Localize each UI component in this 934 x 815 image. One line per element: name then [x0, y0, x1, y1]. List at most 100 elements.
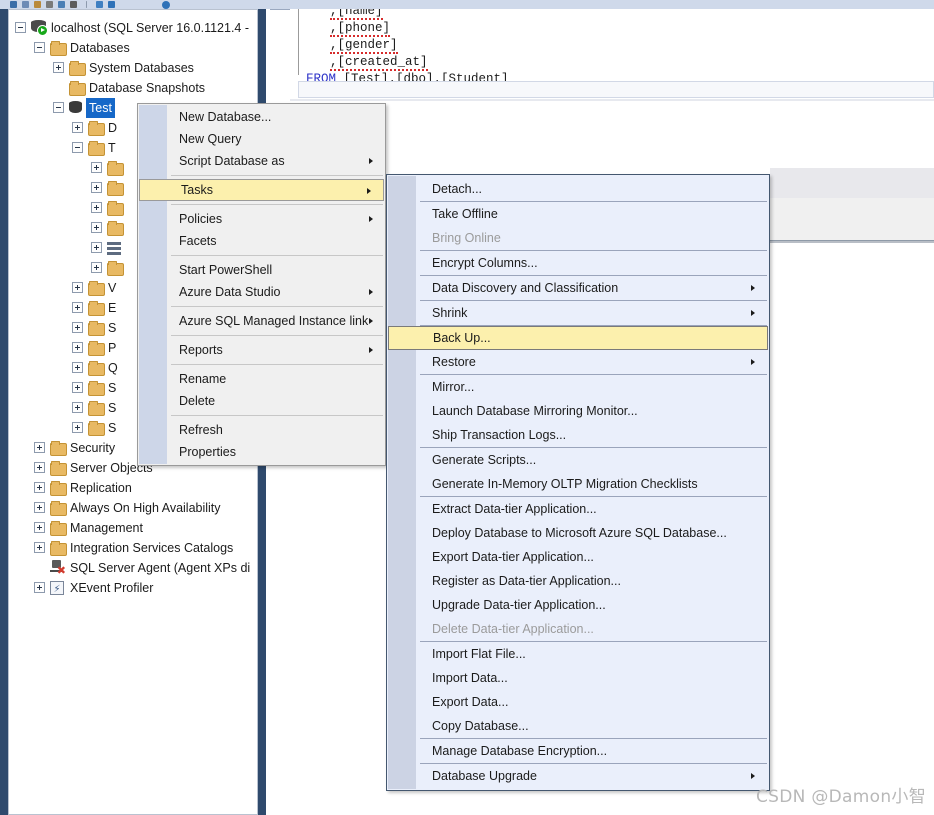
- tasks-submenu-item-label: Bring Online: [432, 231, 501, 245]
- toolbar-icon-2[interactable]: [34, 1, 41, 8]
- tasks-submenu-item[interactable]: Import Flat File...: [387, 642, 769, 666]
- context-menu-item[interactable]: Azure Data Studio: [138, 281, 385, 303]
- toolbar-icon-6[interactable]: [96, 1, 103, 8]
- tasks-submenu-item[interactable]: Restore: [387, 350, 769, 374]
- expand-icon[interactable]: [72, 382, 83, 393]
- collapse-icon[interactable]: [53, 102, 64, 113]
- expand-icon[interactable]: [34, 482, 45, 493]
- context-menu-item[interactable]: Delete: [138, 390, 385, 412]
- expand-icon[interactable]: [91, 242, 102, 253]
- folder-icon: [107, 183, 124, 196]
- tasks-submenu-item[interactable]: Extract Data-tier Application...: [387, 497, 769, 521]
- tasks-submenu-item[interactable]: Upgrade Data-tier Application...: [387, 593, 769, 617]
- folder-icon: [50, 463, 67, 476]
- context-menu-item[interactable]: Policies: [138, 208, 385, 230]
- tasks-submenu-item[interactable]: Data Discovery and Classification: [387, 276, 769, 300]
- tasks-submenu-item-label: Encrypt Columns...: [432, 256, 538, 270]
- expand-icon[interactable]: [72, 362, 83, 373]
- expand-icon[interactable]: [34, 582, 45, 593]
- tree-node-label: Q: [108, 358, 118, 378]
- tasks-submenu-item[interactable]: Launch Database Mirroring Monitor...: [387, 399, 769, 423]
- expand-icon[interactable]: [34, 502, 45, 513]
- toolbar-icon-1[interactable]: [22, 1, 29, 8]
- tasks-submenu-item[interactable]: Export Data...: [387, 690, 769, 714]
- folder-icon: [69, 83, 86, 96]
- code-line: ,[created_at]: [330, 54, 428, 71]
- toolbar-icon-7[interactable]: [108, 1, 115, 8]
- context-menu-item[interactable]: Script Database as: [138, 150, 385, 172]
- submenu-arrow-icon: [369, 158, 373, 164]
- tasks-submenu-item[interactable]: Manage Database Encryption...: [387, 739, 769, 763]
- context-menu-item[interactable]: Start PowerShell: [138, 259, 385, 281]
- tasks-submenu[interactable]: Detach...Take Offline Bring Online Encrypt…: [386, 174, 770, 791]
- expand-icon[interactable]: [72, 322, 83, 333]
- expand-icon[interactable]: [91, 222, 102, 233]
- folder-icon: [88, 143, 105, 156]
- tasks-submenu-item[interactable]: Generate Scripts...: [387, 448, 769, 472]
- expand-icon[interactable]: [72, 422, 83, 433]
- tree-node-label: S: [108, 418, 116, 438]
- collapse-icon[interactable]: [15, 22, 26, 33]
- connect-button[interactable]: [10, 1, 17, 8]
- tasks-submenu-item[interactable]: Mirror...: [387, 375, 769, 399]
- folder-icon: [107, 223, 124, 236]
- tree-node-label: Security: [70, 438, 115, 458]
- tasks-submenu-item-label: Launch Database Mirroring Monitor...: [432, 404, 638, 418]
- database-context-menu[interactable]: New Database...New QueryScript Database …: [137, 103, 386, 466]
- context-menu-item-label: Facets: [179, 234, 217, 248]
- code-token: ,[phone]: [330, 21, 390, 37]
- expand-icon[interactable]: [34, 462, 45, 473]
- context-menu-item[interactable]: Refresh: [138, 419, 385, 441]
- tasks-submenu-item[interactable]: Encrypt Columns...: [387, 251, 769, 275]
- toolbar-icon-3[interactable]: [46, 1, 53, 8]
- context-menu-item[interactable]: Tasks: [139, 179, 384, 201]
- expand-icon[interactable]: [34, 522, 45, 533]
- expand-icon[interactable]: [72, 282, 83, 293]
- toolbar-icon-5[interactable]: [70, 1, 77, 8]
- toolbar-filler: [266, 0, 290, 9]
- tasks-submenu-item-label: Data Discovery and Classification: [432, 281, 618, 295]
- expand-icon[interactable]: [53, 62, 64, 73]
- refresh-icon[interactable]: [162, 1, 170, 9]
- context-menu-item[interactable]: Facets: [138, 230, 385, 252]
- tasks-submenu-item[interactable]: Shrink: [387, 301, 769, 325]
- toolbar-icon-4[interactable]: [58, 1, 65, 8]
- query-editor[interactable]: ,[name],[phone],[gender],[created_at]FRO…: [290, 9, 934, 81]
- context-menu-item[interactable]: Azure SQL Managed Instance link: [138, 310, 385, 332]
- collapse-icon[interactable]: [34, 42, 45, 53]
- code-line: ,[gender]: [330, 37, 398, 54]
- expand-icon[interactable]: [91, 182, 102, 193]
- tasks-submenu-item[interactable]: Deploy Database to Microsoft Azure SQL D…: [387, 521, 769, 545]
- expand-icon[interactable]: [34, 442, 45, 453]
- tasks-submenu-item-label: Import Data...: [432, 671, 508, 685]
- expand-icon[interactable]: [72, 402, 83, 413]
- context-menu-item[interactable]: New Query: [138, 128, 385, 150]
- tasks-submenu-item[interactable]: Ship Transaction Logs...: [387, 423, 769, 447]
- tasks-submenu-item[interactable]: Back Up...: [388, 326, 768, 350]
- context-menu-item[interactable]: Properties: [138, 441, 385, 463]
- tasks-submenu-item[interactable]: Take Offline: [387, 202, 769, 226]
- tasks-submenu-item[interactable]: Import Data...: [387, 666, 769, 690]
- context-menu-item[interactable]: New Database...: [138, 106, 385, 128]
- tasks-submenu-item[interactable]: Export Data-tier Application...: [387, 545, 769, 569]
- expand-icon[interactable]: [34, 542, 45, 553]
- tasks-submenu-item[interactable]: Database Upgrade: [387, 764, 769, 788]
- context-menu-item[interactable]: Rename: [138, 368, 385, 390]
- expand-icon[interactable]: [91, 202, 102, 213]
- expand-icon[interactable]: [72, 122, 83, 133]
- context-menu-item[interactable]: Reports: [138, 339, 385, 361]
- expand-icon[interactable]: [91, 162, 102, 173]
- expand-icon[interactable]: [91, 262, 102, 273]
- tasks-submenu-item[interactable]: Detach...: [387, 177, 769, 201]
- tasks-submenu-item[interactable]: Copy Database...: [387, 714, 769, 738]
- folder-icon: [88, 323, 105, 336]
- tasks-submenu-item[interactable]: Generate In-Memory OLTP Migration Checkl…: [387, 472, 769, 496]
- xevent-icon: [50, 581, 64, 595]
- tasks-submenu-item-label: Back Up...: [433, 331, 491, 345]
- expand-icon[interactable]: [72, 302, 83, 313]
- results-grid-body: [770, 198, 934, 241]
- folder-icon: [88, 343, 105, 356]
- tasks-submenu-item[interactable]: Register as Data-tier Application...: [387, 569, 769, 593]
- expand-icon[interactable]: [72, 342, 83, 353]
- collapse-icon[interactable]: [72, 142, 83, 153]
